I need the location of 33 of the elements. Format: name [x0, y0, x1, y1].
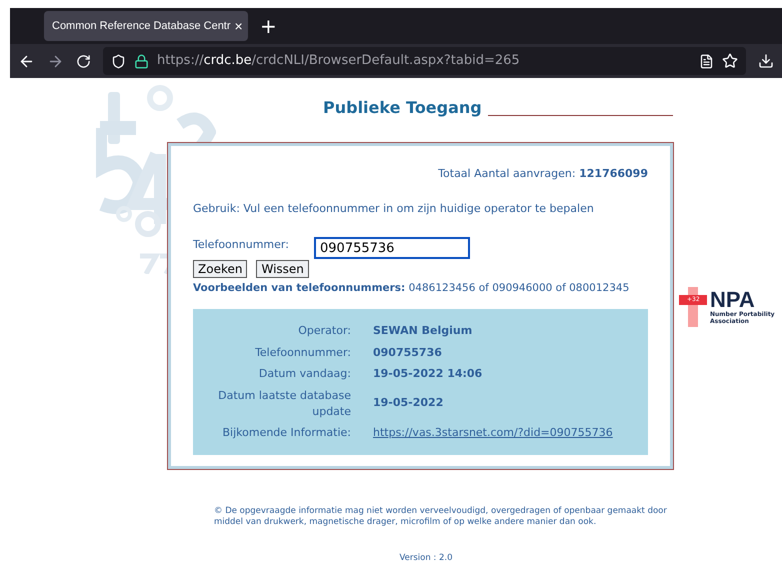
result-value: 19-05-2022 14:06 — [373, 366, 482, 382]
total-requests: Totaal Aantal aanvragen: 121766099 — [438, 166, 648, 182]
cross-icon — [679, 287, 707, 327]
phone-input-field[interactable]: 090755736 — [314, 237, 470, 259]
shield-icon[interactable] — [111, 54, 126, 68]
result-label: Operator: — [297, 323, 351, 340]
info-link[interactable]: https://vas.3starsnet.com/?did=090755736 — [373, 424, 613, 441]
page-title: Publieke Toegang — [323, 97, 482, 119]
reload-icon[interactable] — [76, 54, 91, 68]
bookmark-star-icon[interactable] — [722, 53, 738, 69]
result-value: SEWAN Belgium — [373, 323, 472, 339]
result-label: Datum vandaag: — [258, 366, 351, 382]
usage-text: Gebruik: Vul een telefoonnummer in om zijn huidige operator te bepalen — [193, 200, 595, 216]
result-label: Bijkomende Informatie: — [221, 424, 351, 441]
lock-icon — [134, 54, 149, 68]
result-value: 19-05-2022 — [373, 395, 444, 412]
version-text: Version : 2.0 — [399, 552, 453, 562]
browser-tab[interactable]: Common Reference Database Centr × — [44, 11, 248, 41]
logo-name: NPA — [710, 289, 755, 311]
search-button[interactable]: Zoeken — [193, 260, 248, 278]
result-value: 090755736 — [373, 344, 442, 360]
result-label: Telefoonnummer: — [254, 344, 351, 361]
result-label: Datum laatste database update — [217, 388, 351, 420]
phone-label: Telefoonnummer: — [193, 237, 290, 253]
tab-close-button[interactable]: × — [234, 16, 243, 36]
download-icon[interactable] — [758, 53, 774, 69]
examples-text: Voorbeelden van telefoonnummers: 0486123456 of 090946000 of 080012345 — [193, 281, 630, 295]
address-bar[interactable]: https://crdc.be/crdcNLI/BrowserDefault.aspx?tabid=265 — [103, 47, 746, 75]
url-text: https://crdc.be/crdcNLI/BrowserDefault.aspx?tabid=265 — [157, 52, 520, 70]
clear-button[interactable]: Wissen — [256, 260, 309, 278]
reader-view-icon[interactable] — [699, 54, 714, 68]
new-tab-button[interactable]: + — [260, 16, 277, 36]
copyright-notice: © De opgevraagde informatie mag niet worden verveelvoudigd, overgedragen of openbaar gemaakt door middel van drukwerk, magnetische drager, microfilm of op welke andere manier dan ook. — [214, 506, 668, 528]
